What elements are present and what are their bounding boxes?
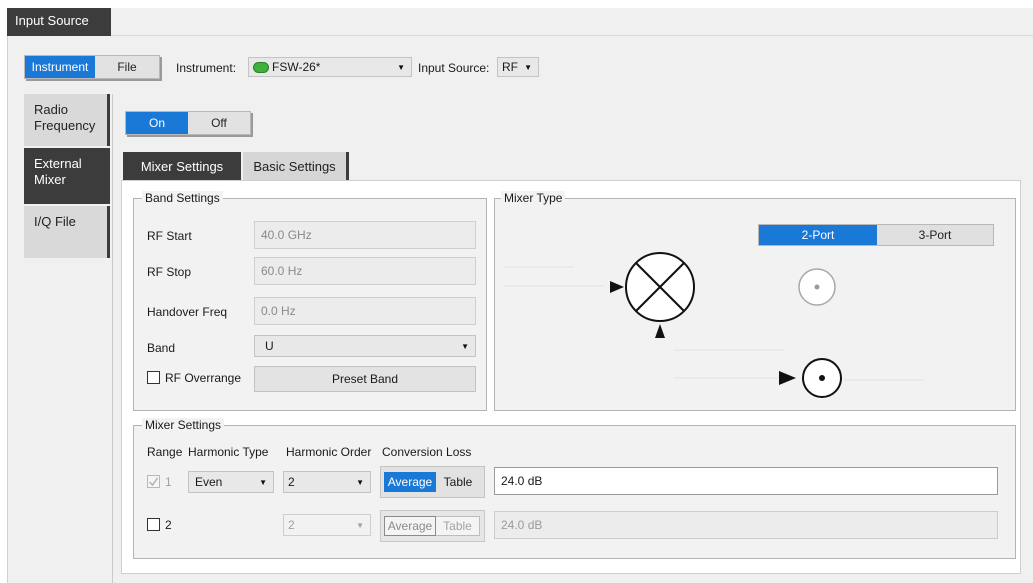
harmonic-type-value-1: Even [195,475,223,489]
chevron-down-icon: ▼ [524,62,532,72]
instrument-status-led [253,61,269,73]
range-1-checkbox[interactable] [147,475,160,488]
harmonic-type-select-1[interactable]: Even ▼ [188,471,274,493]
lo-input-arrow-icon [655,324,665,338]
instrument-toggle-button[interactable]: Instrument [25,56,95,78]
rf-input-arrow-icon [610,281,624,293]
title-strip [111,8,1033,36]
mixer-symbol-icon [625,252,695,322]
harmonic-order-select-2[interactable]: 2 ▼ [283,514,371,536]
range-2-checkbox[interactable] [147,518,160,531]
if-port-connector-icon [798,268,836,306]
side-tab-iq-file[interactable]: I/Q File [24,206,110,258]
side-tab-radio-frequency[interactable]: Radio Frequency [24,94,110,146]
band-select-value: U [265,339,274,353]
range-header: Range [147,445,183,459]
harmonic-order-select-1[interactable]: 2 ▼ [283,471,371,493]
on-toggle-button[interactable]: On [126,112,188,134]
harmonic-order-header: Harmonic Order [286,445,372,459]
rf-start-field[interactable]: 40.0 GHz [254,221,476,249]
instrument-label: Instrument: [176,61,237,75]
window-title-tab: Input Source [7,8,111,36]
rf-start-label: RF Start [147,229,192,243]
rf-overrange-label: RF Overrange [165,371,242,385]
band-select[interactable]: U ▼ [254,335,476,357]
instrument-select-value: FSW-26* [272,60,321,74]
range-1-label: 1 [165,475,172,489]
range-2-label: 2 [165,518,172,532]
harmonic-type-header: Harmonic Type [188,445,269,459]
conversion-loss-field-1[interactable]: 24.0 dB [494,467,998,495]
conversion-loss-field-2[interactable]: 24.0 dB [494,511,998,539]
checkmark-icon [148,477,159,487]
band-settings-title: Band Settings [142,191,223,205]
chevron-down-icon: ▼ [397,62,405,72]
file-toggle-button[interactable]: File [95,56,159,78]
handover-freq-field[interactable]: 0.0 Hz [254,297,476,325]
rf-overrange-checkbox[interactable] [147,371,160,384]
conversion-loss-header: Conversion Loss [382,445,472,459]
off-toggle-button[interactable]: Off [188,112,250,134]
conversion-mode-toggle-1: Average Table [380,466,485,498]
harmonic-order-value-1: 2 [288,475,295,489]
preset-band-button[interactable]: Preset Band [254,366,476,392]
conversion-mode-toggle-2: Average Table [380,510,485,542]
chevron-down-icon: ▼ [356,520,364,530]
mixer-settings-title: Mixer Settings [142,418,225,432]
input-source-select-value: RF [502,60,518,74]
average-button-1[interactable]: Average [384,472,436,492]
tab-mixer-settings[interactable]: Mixer Settings [123,152,241,180]
band-label: Band [147,341,176,355]
input-source-label: Input Source: [418,61,490,75]
chevron-down-icon: ▼ [356,477,364,487]
side-tab-external-mixer[interactable]: External Mixer [24,148,110,204]
table-button-2[interactable]: Table [436,516,480,536]
chevron-down-icon: ▼ [461,341,469,351]
instrument-select[interactable]: FSW-26* ▼ [248,57,412,77]
source-toggle: Instrument File [24,55,160,79]
rf-stop-field[interactable]: 60.0 Hz [254,257,476,285]
lo-port-arrow-icon [779,371,796,385]
table-button-1[interactable]: Table [436,472,480,492]
input-source-select[interactable]: RF ▼ [497,57,539,77]
chevron-down-icon: ▼ [259,477,267,487]
tab-basic-settings[interactable]: Basic Settings [243,152,349,180]
harmonic-order-value-2: 2 [288,518,295,532]
rf-stop-label: RF Stop [147,265,192,279]
mixer-diagram [504,252,924,398]
state-toggle: On Off [125,111,251,135]
mixer-type-title: Mixer Type [501,191,566,205]
lo-port-connector-icon [802,358,842,398]
handover-freq-label: Handover Freq [147,305,228,319]
average-button-2[interactable]: Average [384,516,436,536]
